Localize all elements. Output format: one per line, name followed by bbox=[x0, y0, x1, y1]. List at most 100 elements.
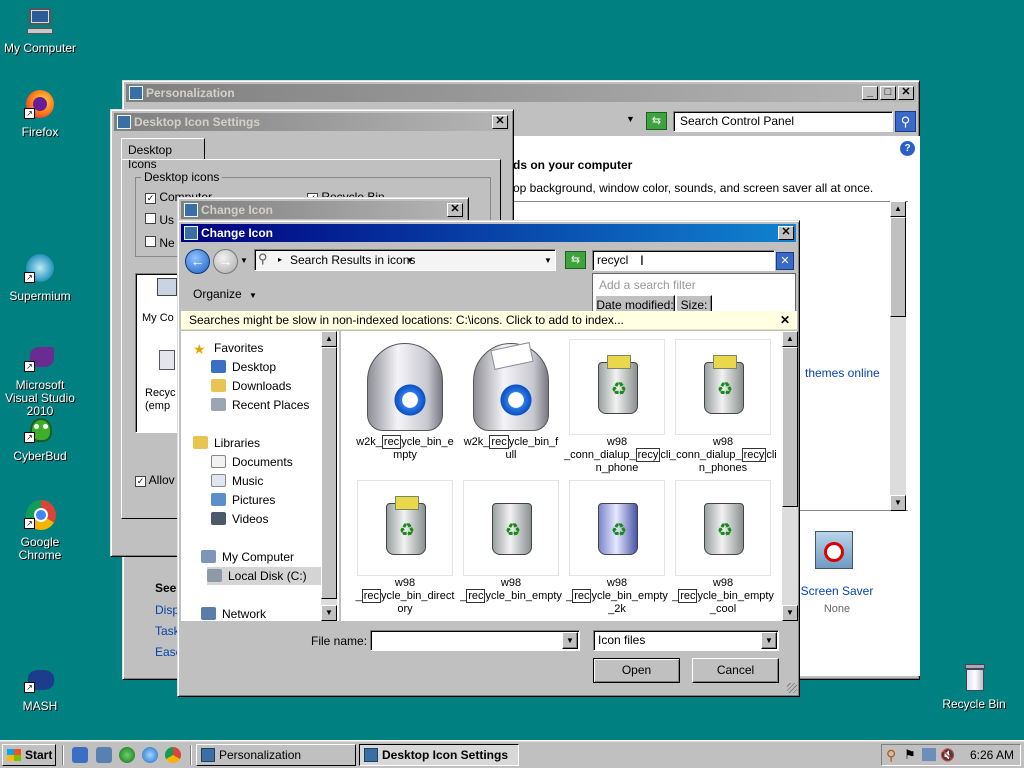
file-name-caption[interactable]: w98 _ rec ycle_bin_empty _2k bbox=[564, 577, 670, 616]
back-button[interactable]: ← bbox=[185, 249, 210, 274]
network-tray-icon[interactable] bbox=[922, 748, 936, 761]
search-icon[interactable]: ⚲ bbox=[886, 747, 902, 763]
checkbox-allow-themes[interactable]: ✓ Allov bbox=[135, 473, 175, 487]
forward-button[interactable]: → bbox=[213, 249, 238, 274]
maximize-button[interactable]: □ bbox=[880, 86, 896, 100]
breadcrumb-dropdown-icon[interactable]: ▼ bbox=[406, 256, 414, 265]
close-button[interactable]: ✕ bbox=[898, 86, 914, 100]
internet-explorer-icon[interactable] bbox=[142, 747, 158, 763]
desktop-icon-settings-titlebar[interactable]: Desktop Icon Settings ✕ bbox=[114, 113, 510, 131]
scroll-thumb[interactable] bbox=[321, 347, 337, 599]
desktop-icon-chrome[interactable]: ↗ Google Chrome bbox=[0, 500, 80, 562]
search-filter-placeholder[interactable]: Add a search filter bbox=[599, 278, 696, 292]
close-button[interactable]: ✕ bbox=[778, 226, 794, 240]
scroll-up-arrow[interactable]: ▲ bbox=[782, 331, 798, 347]
clock[interactable]: 6:26 AM bbox=[970, 748, 1014, 762]
see-also-link-taskbar[interactable]: Task bbox=[155, 624, 180, 638]
cancel-button[interactable]: Cancel bbox=[692, 658, 779, 683]
index-info-bar[interactable]: Searches might be slow in non-indexed lo… bbox=[181, 311, 797, 330]
open-button[interactable]: Open bbox=[593, 658, 680, 683]
recent-pages-chevron-icon[interactable]: ▼ bbox=[240, 256, 248, 265]
screen-saver-icon[interactable] bbox=[815, 531, 853, 569]
nav-pictures[interactable]: Pictures bbox=[211, 491, 275, 509]
desktop-icon-firefox[interactable]: ↗ Firefox bbox=[0, 90, 80, 139]
nav-documents[interactable]: Documents bbox=[211, 453, 293, 471]
file-tile[interactable]: ♻ bbox=[569, 480, 665, 576]
nav-my-computer[interactable]: My Computer bbox=[201, 548, 294, 566]
screen-saver-label[interactable]: Screen Saver bbox=[795, 584, 879, 598]
nav-network[interactable]: Network bbox=[201, 605, 266, 621]
desktop-icon-recycle-bin[interactable]: Recycle Bin bbox=[934, 662, 1014, 711]
change-icon-back-titlebar[interactable]: Change Icon ✕ bbox=[181, 201, 465, 219]
file-tile[interactable]: ♻ bbox=[569, 339, 665, 435]
scroll-up-arrow[interactable]: ▲ bbox=[890, 201, 906, 217]
task-desktop-icon-settings[interactable]: Desktop Icon Settings bbox=[359, 744, 519, 766]
flag-icon[interactable]: ⚑ bbox=[904, 747, 916, 763]
minimize-button[interactable]: _ bbox=[862, 86, 878, 100]
address-dropdown-icon[interactable]: ▼ bbox=[544, 256, 552, 265]
file-tile[interactable]: ♻ bbox=[675, 480, 771, 576]
refresh-button[interactable]: ⇆ bbox=[646, 112, 667, 130]
breadcrumb-chevron-icon[interactable]: ▸ bbox=[278, 255, 282, 264]
file-type-dropdown-button[interactable]: ▼ bbox=[761, 632, 777, 649]
personalization-titlebar[interactable]: Personalization _ □ ✕ bbox=[126, 84, 916, 102]
volume-muted-icon[interactable]: 🔇 bbox=[940, 747, 955, 763]
media-icon[interactable] bbox=[119, 747, 135, 763]
desktop-icon-my-computer[interactable]: My Computer bbox=[0, 6, 80, 55]
nav-local-disk[interactable]: Local Disk (C:) bbox=[207, 567, 327, 585]
clear-search-button[interactable]: ✕ bbox=[776, 252, 794, 270]
search-input[interactable]: recycl bbox=[592, 250, 775, 271]
scroll-down-arrow[interactable]: ▼ bbox=[321, 605, 337, 621]
file-name-dropdown-button[interactable]: ▼ bbox=[562, 632, 578, 649]
file-list-scrollbar[interactable]: ▲ ▼ bbox=[782, 331, 798, 621]
organize-button[interactable]: Organize ▼ bbox=[193, 287, 257, 301]
change-icon-titlebar[interactable]: Change Icon ✕ bbox=[181, 224, 796, 242]
desktop-icon-visual-studio[interactable]: ↗ Microsoft Visual Studio 2010 bbox=[0, 343, 80, 418]
start-button[interactable]: Start bbox=[2, 744, 56, 766]
checkbox-network[interactable]: Ne bbox=[145, 236, 175, 250]
desktop-icon-mash[interactable]: ↗ MASH bbox=[0, 664, 80, 713]
resize-grip[interactable] bbox=[787, 683, 797, 693]
close-button[interactable]: ✕ bbox=[492, 115, 508, 129]
file-name-caption[interactable]: w2k_ rec ycle_bin_f ull bbox=[458, 435, 564, 462]
desktop-icon-supermium[interactable]: ↗ Supermium bbox=[0, 254, 80, 303]
themes-online-link[interactable]: themes online bbox=[805, 366, 880, 380]
nav-music[interactable]: Music bbox=[211, 472, 263, 490]
help-icon[interactable]: ? bbox=[900, 141, 915, 156]
nav-downloads[interactable]: Downloads bbox=[211, 377, 291, 395]
scroll-thumb[interactable] bbox=[890, 217, 906, 317]
file-name-caption[interactable]: w98 _ rec ycle_bin_direct ory bbox=[352, 577, 458, 616]
scroll-down-arrow[interactable]: ▼ bbox=[890, 495, 906, 511]
search-icon[interactable]: ⚲ bbox=[895, 111, 916, 132]
file-tile[interactable]: ♻ bbox=[675, 339, 771, 435]
file-name-caption[interactable]: w98 _ rec ycle_bin_empty bbox=[458, 577, 564, 603]
nav-desktop[interactable]: Desktop bbox=[211, 358, 276, 376]
show-desktop-icon[interactable] bbox=[72, 747, 88, 763]
scroll-up-arrow[interactable]: ▲ bbox=[321, 331, 337, 347]
chevron-down-icon[interactable]: ▼ bbox=[626, 114, 635, 124]
checkbox-users[interactable]: Us bbox=[145, 213, 174, 227]
navigation-scrollbar[interactable]: ▲ ▼ bbox=[321, 331, 337, 621]
nav-videos[interactable]: Videos bbox=[211, 510, 268, 528]
explorer-icon[interactable] bbox=[96, 747, 112, 763]
refresh-button[interactable]: ⇆ bbox=[565, 251, 586, 269]
file-name-caption[interactable]: w98 _conn_dialup_ recy cli n_phones bbox=[670, 436, 777, 475]
file-name-caption[interactable]: w98 _conn_dialup_ recy cli n_phone bbox=[564, 436, 671, 475]
nav-favorites[interactable]: ★ Favorites bbox=[193, 339, 263, 357]
scroll-thumb[interactable] bbox=[782, 347, 798, 507]
scroll-down-arrow[interactable]: ▼ bbox=[782, 605, 798, 621]
close-icon[interactable]: ✕ bbox=[780, 313, 790, 327]
search-control-panel-input[interactable]: Search Control Panel bbox=[673, 111, 893, 132]
file-name-caption[interactable]: w2k_ rec ycle_bin_e mpty bbox=[352, 435, 458, 462]
file-tile[interactable]: ♻ bbox=[357, 480, 453, 576]
themes-scrollbar[interactable]: ▲ ▼ bbox=[890, 201, 906, 511]
file-name-caption[interactable]: w98 _ rec ycle_bin_empty _cool bbox=[670, 577, 776, 616]
nav-recent-places[interactable]: Recent Places bbox=[211, 396, 309, 414]
breadcrumb[interactable]: Search Results in icons bbox=[290, 253, 415, 267]
nav-libraries[interactable]: Libraries bbox=[193, 434, 260, 452]
file-name-input[interactable] bbox=[370, 630, 580, 651]
tab-desktop-icons[interactable]: Desktop Icons bbox=[121, 138, 205, 171]
file-tile[interactable] bbox=[463, 339, 559, 435]
chrome-icon[interactable] bbox=[165, 747, 181, 763]
file-tile[interactable] bbox=[357, 339, 453, 435]
